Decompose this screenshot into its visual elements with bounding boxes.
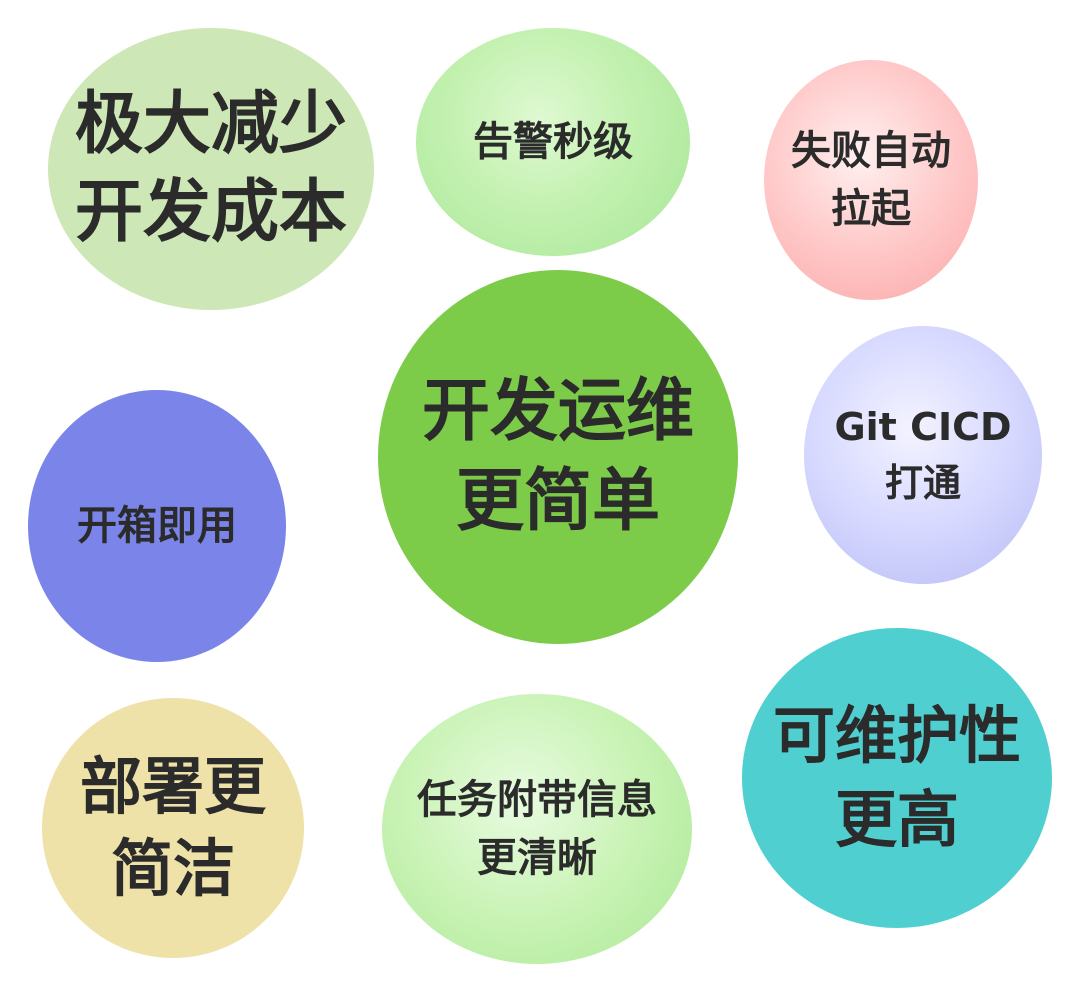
bubble-git-cicd-line-2: 打通 — [884, 461, 961, 505]
bubble-maintainability-line-1: 可维护性 — [772, 699, 1021, 772]
bubble-maintainability-line-2: 更高 — [834, 783, 959, 856]
bubble-devops-simpler-line-1: 开发运维 — [421, 372, 694, 451]
bubble-auto-restart-line-2: 拉起 — [831, 186, 911, 232]
bubble-git-cicd: Git CICD 打通 — [804, 326, 1042, 584]
bubble-reduce-dev-cost-line-1: 极大减少 — [74, 85, 347, 164]
bubble-auto-restart: 失败自动 拉起 — [764, 60, 978, 300]
bubble-deploy-simpler: 部署更 简洁 — [42, 698, 304, 958]
bubble-out-of-box-line-1: 开箱即用 — [77, 503, 237, 549]
bubble-auto-restart-line-1: 失败自动 — [791, 128, 951, 174]
bubble-git-cicd-line-1: Git CICD — [834, 405, 1012, 449]
bubble-reduce-dev-cost: 极大减少 开发成本 — [48, 28, 374, 310]
bubble-maintainability: 可维护性 更高 — [742, 628, 1052, 928]
bubble-reduce-dev-cost-line-2: 开发成本 — [74, 173, 347, 252]
bubble-deploy-simpler-line-1: 部署更 — [79, 750, 266, 823]
bubble-devops-simpler-line-2: 更简单 — [455, 462, 660, 541]
bubble-task-info-line-2: 更清晰 — [477, 835, 597, 881]
benefits-bubble-diagram: 极大减少 开发成本 告警秒级 失败自动 拉起 开发运维 更简单 开箱即用 Git… — [0, 0, 1080, 989]
bubble-alert-seconds: 告警秒级 — [416, 28, 690, 256]
bubble-alert-seconds-line-1: 告警秒级 — [473, 119, 633, 165]
bubble-devops-simpler: 开发运维 更简单 — [378, 270, 738, 644]
bubble-out-of-box: 开箱即用 — [28, 390, 286, 662]
bubble-task-info-line-1: 任务附带信息 — [417, 777, 657, 823]
bubble-deploy-simpler-line-2: 简洁 — [110, 832, 235, 905]
bubble-task-info: 任务附带信息 更清晰 — [382, 694, 692, 964]
